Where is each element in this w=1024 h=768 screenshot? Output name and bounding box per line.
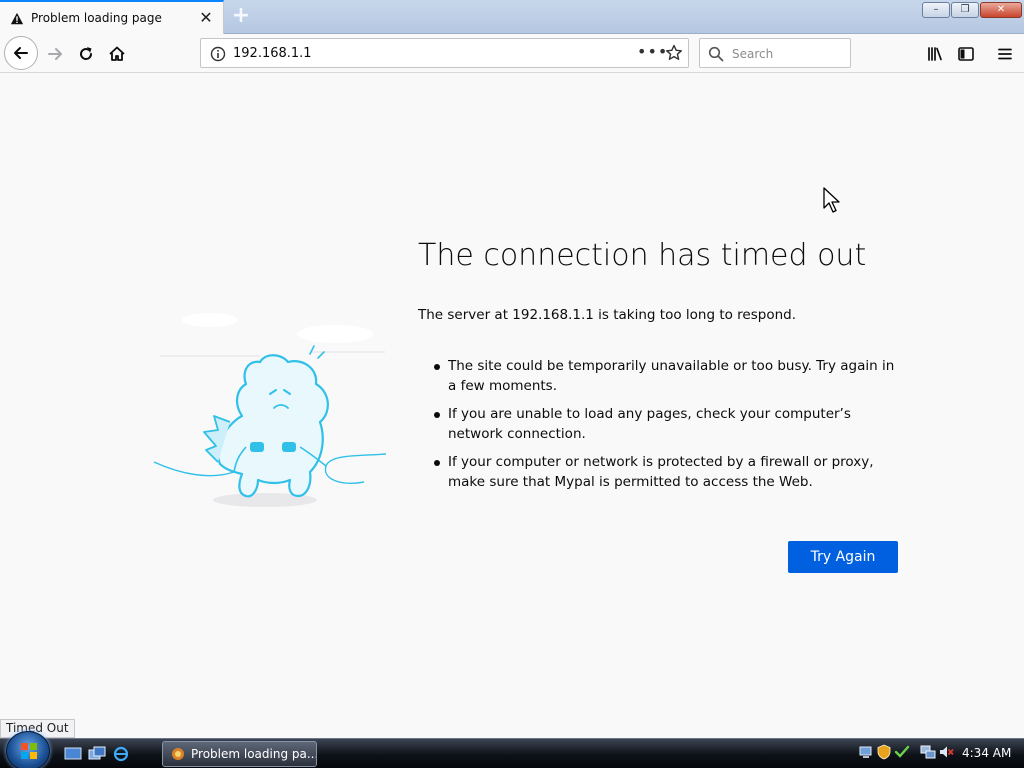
bookmark-star-icon[interactable] — [665, 44, 683, 62]
browser-app-icon — [172, 748, 184, 760]
close-window-button[interactable]: ✕ — [980, 2, 1022, 18]
new-tab-button[interactable]: + — [228, 4, 254, 30]
try-again-button[interactable]: Try Again — [788, 541, 898, 573]
menu-button[interactable] — [990, 39, 1020, 69]
minimize-button[interactable]: – — [922, 2, 950, 18]
internet-explorer-icon[interactable] — [112, 746, 130, 762]
error-page: The connection has timed out The server … — [0, 74, 1024, 738]
windows-logo-icon — [21, 743, 37, 759]
search-bar[interactable]: Search — [699, 38, 851, 68]
network-monitor-icon[interactable] — [858, 744, 874, 760]
tab-close-icon[interactable]: ✕ — [196, 8, 216, 28]
volume-muted-icon[interactable] — [938, 744, 954, 760]
reload-button[interactable] — [71, 39, 101, 69]
system-clock[interactable]: 4:34 AM — [962, 746, 1011, 760]
search-placeholder: Search — [732, 47, 774, 61]
library-button[interactable] — [920, 39, 950, 69]
start-button[interactable] — [6, 731, 50, 768]
site-info-icon[interactable] — [210, 46, 226, 62]
tab-problem-loading[interactable]: Problem loading page ✕ — [0, 0, 224, 35]
taskbar-browser-item[interactable]: Problem loading pa... — [162, 741, 317, 767]
tab-title: Problem loading page — [31, 11, 162, 25]
switch-windows-icon[interactable] — [88, 746, 106, 762]
security-shield-icon[interactable] — [876, 744, 892, 760]
suggestion-item: If your computer or network is protected… — [432, 452, 902, 492]
error-title: The connection has timed out — [418, 238, 867, 273]
dinosaur-illustration — [153, 313, 387, 507]
menu-icon — [998, 48, 1012, 60]
warning-icon — [10, 12, 24, 25]
tab-strip: Problem loading page ✕ + – ❐ ✕ — [0, 0, 1024, 35]
sidebar-icon — [958, 47, 974, 61]
error-suggestions: The site could be temporarily unavailabl… — [432, 356, 902, 500]
browser-window: Problem loading page ✕ + – ❐ ✕ 192.168.1… — [0, 0, 1024, 768]
show-desktop-icon[interactable] — [64, 746, 82, 762]
network-status-icon[interactable] — [920, 744, 936, 760]
search-icon — [708, 46, 724, 62]
os-taskbar: Problem loading pa... 4:34 AM — [0, 731, 1024, 768]
page-actions-icon[interactable]: ••• — [637, 42, 668, 61]
library-icon — [928, 47, 942, 61]
error-description: The server at 192.168.1.1 is taking too … — [418, 307, 796, 323]
sidebar-button[interactable] — [951, 39, 981, 69]
home-button[interactable] — [102, 39, 132, 69]
reload-icon — [80, 47, 93, 60]
forward-arrow-icon — [48, 48, 62, 60]
update-check-icon[interactable] — [894, 744, 910, 760]
window-controls: – ❐ ✕ — [922, 2, 1022, 18]
back-arrow-icon — [14, 47, 28, 59]
forward-button[interactable] — [40, 39, 70, 69]
home-icon — [109, 46, 125, 61]
url-bar[interactable]: 192.168.1.1 ••• — [200, 38, 689, 68]
suggestion-item: The site could be temporarily unavailabl… — [432, 356, 902, 396]
navigation-toolbar: 192.168.1.1 ••• Search — [0, 34, 1024, 73]
url-text[interactable]: 192.168.1.1 — [233, 46, 312, 61]
taskbar-item-label: Problem loading pa... — [191, 747, 317, 761]
back-button[interactable] — [4, 36, 38, 70]
restore-button[interactable]: ❐ — [951, 2, 979, 18]
suggestion-item: If you are unable to load any pages, che… — [432, 404, 902, 444]
mouse-cursor-icon — [823, 187, 840, 213]
